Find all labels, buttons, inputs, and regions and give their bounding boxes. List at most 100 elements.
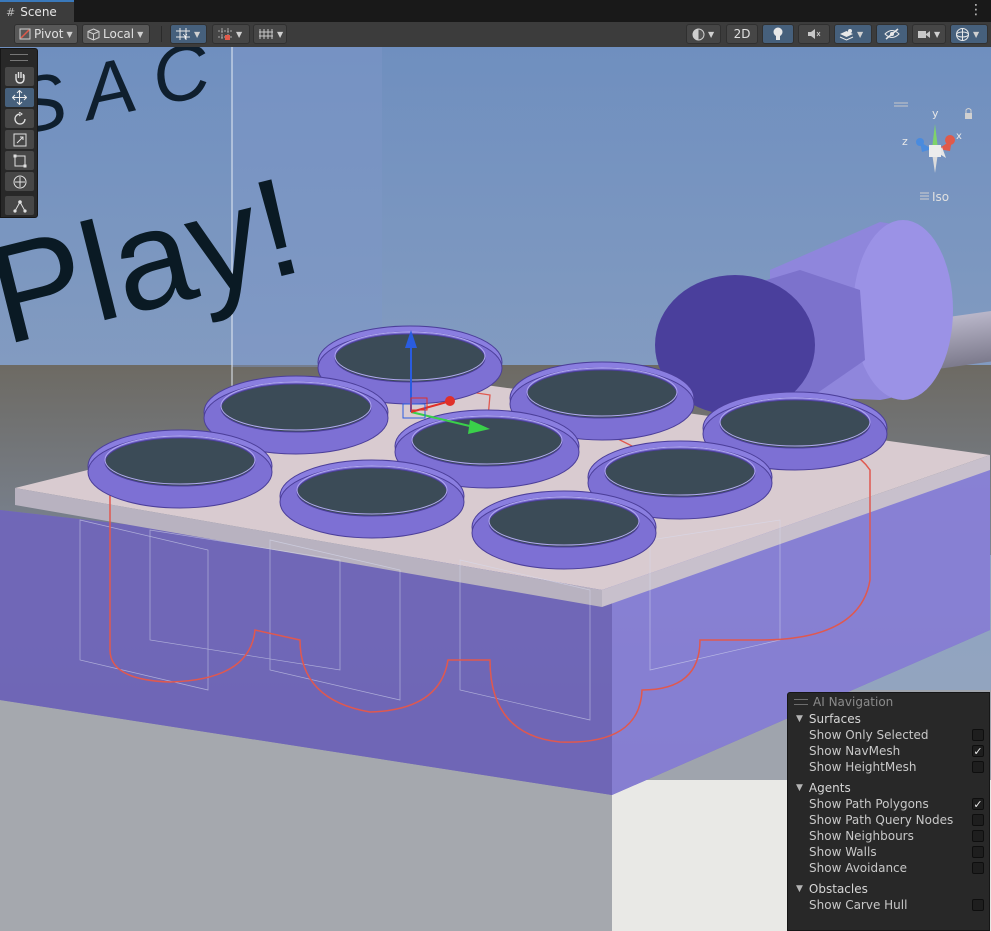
toggle-label: Show Walls bbox=[809, 845, 877, 859]
checkbox[interactable] bbox=[972, 761, 984, 773]
ai-navigation-title: AI Navigation bbox=[813, 694, 894, 709]
checkbox-checked[interactable]: ✓ bbox=[972, 745, 984, 757]
toggle-label: Show NavMesh bbox=[809, 744, 901, 758]
section-label: Agents bbox=[808, 780, 851, 795]
toggle-show-heightmesh[interactable]: Show HeightMesh bbox=[788, 759, 989, 775]
toggle-show-walls[interactable]: Show Walls bbox=[788, 844, 989, 860]
scene-tab[interactable]: # Scene bbox=[0, 0, 74, 22]
toggle-show-path-query-nodes[interactable]: Show Path Query Nodes bbox=[788, 812, 989, 828]
checkbox[interactable] bbox=[972, 814, 984, 826]
gizmo-axis-y: y bbox=[932, 107, 939, 120]
toggle-label: Show HeightMesh bbox=[809, 760, 917, 774]
hand-tool-button[interactable] bbox=[5, 67, 34, 86]
toggle-show-avoidance[interactable]: Show Avoidance bbox=[788, 860, 989, 876]
rotate-tool-button[interactable] bbox=[5, 109, 34, 128]
toggle-label: Show Carve Hull bbox=[809, 898, 908, 912]
toggle-label: Show Path Polygons bbox=[809, 797, 929, 811]
checkbox[interactable] bbox=[972, 862, 984, 874]
grid-snap-toggle[interactable]: Y ▼ bbox=[170, 24, 207, 44]
toggle-label: Show Path Query Nodes bbox=[809, 813, 954, 827]
toggle-show-carve-hull[interactable]: Show Carve Hull bbox=[788, 897, 989, 913]
toolbar-divider bbox=[161, 26, 162, 42]
toggle-label: Show Neighbours bbox=[809, 829, 914, 843]
path-edit-icon bbox=[12, 199, 27, 213]
hidden-objects-toggle[interactable] bbox=[876, 24, 908, 44]
chevron-down-icon: ▼ bbox=[277, 29, 284, 39]
local-label: Local bbox=[103, 27, 135, 41]
foldout-triangle-icon: ▼ bbox=[796, 782, 803, 793]
snap-increment-toggle[interactable]: ▼ bbox=[212, 24, 250, 44]
mode-2d-label: 2D bbox=[733, 27, 751, 41]
chevron-down-icon: ▼ bbox=[236, 29, 243, 39]
transform-icon bbox=[13, 175, 26, 188]
move-tool-button[interactable] bbox=[5, 88, 34, 107]
camera-settings-dropdown[interactable]: ▼ bbox=[912, 24, 946, 44]
gizmos-dropdown[interactable]: ▼ bbox=[950, 24, 988, 44]
window-tab-bar: # Scene ⋮ bbox=[0, 0, 991, 23]
lighting-toggle[interactable] bbox=[762, 24, 794, 44]
rotate-icon bbox=[13, 111, 26, 125]
custom-tool-button[interactable] bbox=[5, 196, 34, 215]
toggle-show-navmesh[interactable]: Show NavMesh ✓ bbox=[788, 743, 989, 759]
section-surfaces[interactable]: ▼ Surfaces bbox=[788, 710, 989, 727]
rect-transform-icon bbox=[13, 154, 26, 167]
gizmo-axis-x: x bbox=[956, 131, 962, 142]
lightbulb-icon bbox=[773, 27, 783, 40]
orientation-label[interactable]: Iso bbox=[932, 190, 949, 204]
toggle-show-path-polygons[interactable]: Show Path Polygons ✓ bbox=[788, 796, 989, 812]
scene-grid-icon: # bbox=[6, 5, 16, 19]
eye-slash-icon bbox=[884, 28, 900, 40]
svg-text:Y: Y bbox=[182, 33, 188, 41]
snap-increment-icon bbox=[218, 28, 232, 40]
gizmo-sphere-icon bbox=[956, 27, 969, 41]
section-obstacles[interactable]: ▼ Obstacles bbox=[788, 880, 989, 897]
checkbox-checked[interactable]: ✓ bbox=[972, 798, 984, 810]
foldout-triangle-icon: ▼ bbox=[796, 713, 803, 724]
gizmo-axis-z: z bbox=[902, 135, 908, 148]
pivot-label: Pivot bbox=[34, 27, 64, 41]
local-dropdown[interactable]: Local ▼ bbox=[82, 24, 150, 44]
drag-handle[interactable] bbox=[794, 699, 808, 705]
chevron-down-icon: ▼ bbox=[137, 29, 144, 39]
checkbox[interactable] bbox=[972, 899, 984, 911]
ai-navigation-header[interactable]: AI Navigation bbox=[788, 693, 989, 710]
menu-lines-icon bbox=[920, 192, 929, 200]
chevron-down-icon: ▼ bbox=[708, 29, 715, 39]
chevron-down-icon: ▼ bbox=[934, 29, 941, 39]
drag-handle[interactable] bbox=[10, 54, 28, 61]
section-label: Obstacles bbox=[808, 881, 868, 896]
pivot-icon bbox=[19, 28, 31, 40]
draw-mode-dropdown[interactable]: ▼ bbox=[686, 24, 721, 44]
checkbox[interactable] bbox=[972, 846, 984, 858]
checkbox[interactable] bbox=[972, 830, 984, 842]
rect-tool-button[interactable] bbox=[5, 151, 34, 170]
scale-tool-button[interactable] bbox=[5, 130, 34, 149]
effects-dropdown[interactable]: ▼ bbox=[834, 24, 872, 44]
toggle-label: Show Only Selected bbox=[809, 728, 929, 742]
shaded-sphere-icon bbox=[692, 28, 705, 40]
scene-toolbar: Pivot ▼ Local ▼ Y ▼ ▼ ▼ ▼ 2D ▼ ▼ ▼ bbox=[0, 22, 991, 48]
audio-toggle[interactable] bbox=[798, 24, 830, 44]
chevron-down-icon: ▼ bbox=[857, 29, 864, 39]
mute-speaker-icon bbox=[808, 29, 821, 39]
pivot-dropdown[interactable]: Pivot ▼ bbox=[14, 24, 78, 44]
grid-visibility-icon bbox=[259, 29, 273, 39]
hand-icon bbox=[14, 71, 25, 84]
grid-visibility-toggle[interactable]: ▼ bbox=[253, 24, 287, 44]
scene-tab-label: Scene bbox=[20, 5, 57, 19]
toggle-label: Show Avoidance bbox=[809, 861, 908, 875]
toggle-show-neighbours[interactable]: Show Neighbours bbox=[788, 828, 989, 844]
mode-2d-toggle[interactable]: 2D bbox=[726, 24, 758, 44]
checkbox[interactable] bbox=[972, 729, 984, 741]
move-arrows-icon bbox=[12, 90, 27, 105]
ai-navigation-overlay: AI Navigation ▼ Surfaces Show Only Selec… bbox=[787, 692, 990, 931]
kebab-menu-icon[interactable]: ⋮ bbox=[969, 3, 983, 17]
transform-tool-button[interactable] bbox=[5, 172, 34, 191]
orientation-gizmo[interactable]: y z x Iso bbox=[894, 97, 986, 209]
chevron-down-icon: ▼ bbox=[194, 29, 201, 39]
toggle-show-only-selected[interactable]: Show Only Selected bbox=[788, 727, 989, 743]
section-agents[interactable]: ▼ Agents bbox=[788, 779, 989, 796]
layers-effects-icon bbox=[839, 28, 854, 41]
tools-overlay bbox=[0, 48, 38, 218]
cube-icon bbox=[87, 27, 100, 41]
